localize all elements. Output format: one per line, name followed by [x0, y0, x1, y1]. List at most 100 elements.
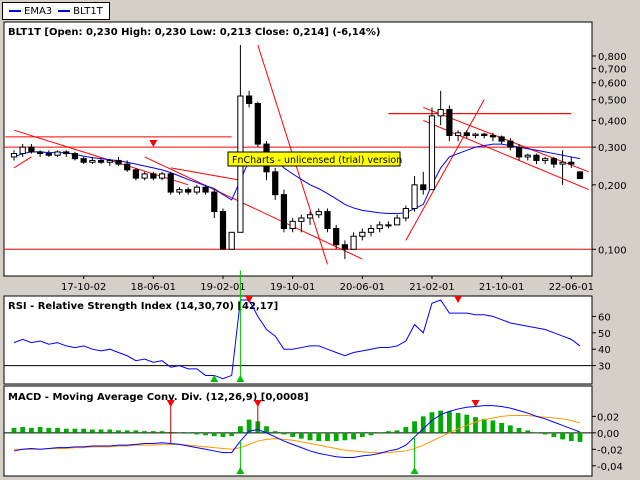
candle-body — [341, 244, 349, 250]
candle-body — [219, 211, 227, 250]
macd-histogram-bar — [316, 432, 322, 442]
candle-body — [202, 186, 209, 193]
price-y-tick-label: 0,600 — [598, 79, 627, 90]
macd-histogram-bar — [89, 429, 95, 433]
candle — [324, 208, 331, 233]
candle-body — [167, 173, 174, 193]
macd-panel-title: MACD - Moving Average Conv. Div. (12,26,… — [8, 392, 309, 403]
macd-histogram-bar — [98, 429, 104, 433]
candle-body — [376, 224, 383, 230]
candle-body — [559, 161, 566, 165]
legend: EMA3 BLT1T — [2, 2, 110, 20]
chart-root: BLT1T [Open: 0,230 High: 0,230 Low: 0,21… — [3, 21, 627, 477]
candle-body — [576, 171, 584, 180]
rsi-y-tick-label: 60 — [598, 312, 611, 323]
candle-body — [489, 135, 497, 138]
macd-histogram-bar — [116, 430, 121, 433]
price-x-tick-label: 19-02-01 — [200, 282, 245, 293]
macd-histogram-bar — [298, 432, 304, 439]
macd-histogram-bar — [150, 431, 156, 433]
candle-body — [402, 208, 409, 219]
macd-histogram-bar — [386, 431, 391, 433]
candle-body — [507, 140, 514, 148]
price-x-tick-label: 17-10-02 — [61, 282, 106, 293]
candle — [446, 105, 453, 142]
candle-body — [289, 220, 296, 230]
macd-y-axis: 0,02 0,00 -0,02 -0,04 — [592, 412, 623, 473]
candle-body — [306, 214, 314, 219]
macd-histogram-bar — [499, 422, 505, 433]
price-panel: BLT1T [Open: 0,230 High: 0,230 Low: 0,21… — [3, 21, 627, 293]
price-panel-title: BLT1T [Open: 0,230 High: 0,230 Low: 0,21… — [8, 27, 380, 38]
rsi-y-axis: 60 50 40 30 — [592, 312, 611, 373]
macd-histogram-bar — [403, 427, 409, 433]
candle-body — [272, 171, 279, 196]
macd-histogram-bar — [272, 431, 278, 433]
candle-body — [315, 211, 322, 216]
candle — [576, 171, 584, 180]
candle-body — [211, 191, 218, 213]
price-y-tick-label: 0,400 — [598, 116, 627, 127]
candle-body — [228, 231, 235, 250]
candle-body — [54, 151, 61, 156]
candle-body — [324, 211, 331, 230]
candle — [254, 101, 261, 148]
macd-histogram-bar — [46, 427, 52, 433]
candle-body — [176, 189, 183, 193]
macd-histogram-bar — [525, 430, 531, 433]
price-y-tick-label: 0,300 — [598, 143, 627, 154]
candle-body — [97, 159, 105, 163]
candle — [71, 151, 79, 161]
watermark: FnCharts - unlicensed (trial) version — [227, 151, 402, 167]
macd-histogram-bar — [342, 432, 348, 441]
candle-body — [359, 231, 366, 237]
candle-body — [19, 146, 26, 155]
candle-body — [550, 158, 557, 165]
candle-body — [428, 115, 436, 191]
price-x-tick-label: 18-06-01 — [131, 282, 176, 293]
macd-histogram-bar — [55, 427, 60, 433]
macd-histogram-bar — [107, 429, 113, 433]
macd-histogram-bar — [412, 421, 417, 433]
macd-histogram-bar — [359, 432, 365, 437]
rsi-y-tick-label: 50 — [598, 329, 611, 340]
legend-swatch-blt1t — [58, 10, 71, 12]
macd-histogram-bar — [551, 432, 557, 437]
candle-body — [150, 173, 157, 179]
price-x-tick-label: 21-10-01 — [479, 282, 524, 293]
candle-body — [254, 102, 261, 145]
macd-histogram-bar — [516, 427, 522, 433]
candle-body — [80, 158, 87, 163]
candle-body — [446, 108, 453, 137]
candle-body — [454, 132, 462, 137]
macd-y-tick-label: -0,02 — [597, 445, 623, 456]
price-x-axis: 17-10-02 18-06-01 19-02-01 19-10-01 20-06-01… — [61, 276, 594, 293]
rsi-y-tick-label: 30 — [598, 362, 611, 373]
candle-body — [411, 184, 418, 210]
price-y-tick-label: 0,200 — [598, 181, 627, 192]
legend-item-ema3: EMA3 — [9, 6, 52, 17]
price-x-tick-label: 21-02-01 — [409, 282, 454, 293]
macd-histogram-bar — [220, 432, 226, 437]
macd-histogram-bar — [560, 432, 565, 440]
macd-histogram-bar — [377, 432, 383, 434]
candle-body — [89, 159, 96, 163]
legend-item-blt1t: BLT1T — [58, 6, 103, 17]
candle-body — [141, 173, 148, 179]
candle-body — [367, 228, 375, 233]
macd-histogram-bar — [446, 411, 452, 433]
price-x-tick-label: 20-06-01 — [340, 282, 385, 293]
candle-body — [420, 184, 427, 191]
candle-body — [28, 146, 35, 153]
candle-body — [533, 154, 540, 161]
candle-body — [45, 153, 52, 156]
price-y-tick-label: 0,700 — [598, 64, 627, 75]
candle-body — [193, 186, 200, 193]
macd-histogram-bar — [159, 431, 165, 433]
candle-body — [298, 217, 305, 222]
macd-y-tick-label: 0,02 — [597, 412, 619, 423]
macd-histogram-bar — [211, 432, 217, 437]
macd-histogram-bar — [351, 432, 356, 440]
candle-body — [71, 153, 79, 160]
macd-histogram-bar — [333, 432, 339, 442]
